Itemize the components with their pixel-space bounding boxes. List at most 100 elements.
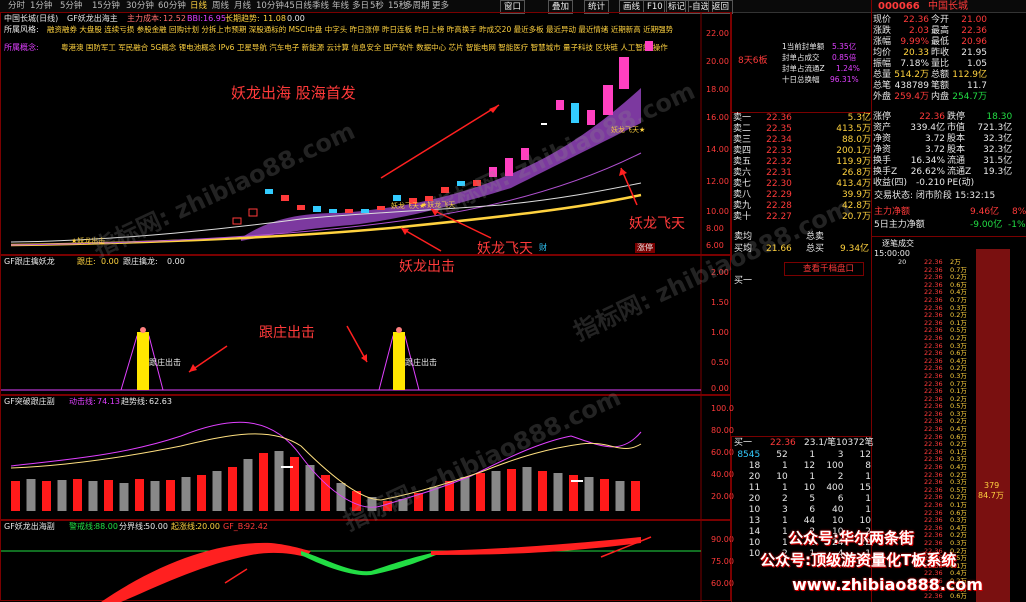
info-key: 涨跌 xyxy=(873,26,892,36)
info-row: 总笔 438789 笔额 11.7 xyxy=(872,81,988,92)
detail-value: 19.3亿 xyxy=(983,167,1013,177)
sell-price: 22.27 xyxy=(766,212,792,222)
detail-key: 股本 xyxy=(947,145,966,155)
queue-cell: 15 xyxy=(859,483,871,493)
tf-12[interactable]: 年线 xyxy=(332,0,349,12)
panel3-bar xyxy=(553,473,563,511)
tf-2[interactable]: 5分钟 xyxy=(60,0,82,12)
tick-row: 22.36 0.6万 xyxy=(872,593,972,601)
sell-row[interactable]: 卖一 22.36 5.3亿 xyxy=(732,113,872,124)
panel3-bar xyxy=(166,480,175,511)
sell-level: 卖五 xyxy=(733,157,752,167)
info-value: 259.4万 xyxy=(894,92,930,102)
tf-0[interactable]: 分时 xyxy=(8,0,25,12)
queue-cell: 10 xyxy=(748,505,761,515)
seal-boards: 8天6板 xyxy=(738,56,768,66)
detail-value: 339.4亿 xyxy=(910,123,946,133)
sell-row[interactable]: 卖五 22.32 119.9万 xyxy=(732,157,872,168)
tf-16[interactable]: 多周期 xyxy=(404,0,430,12)
view-depth-label: 查看千档盘口 xyxy=(803,264,855,274)
detail-key: 净资 xyxy=(873,134,892,144)
panel3-bar xyxy=(197,475,206,511)
tf-3[interactable]: 15分钟 xyxy=(92,0,120,12)
sell-level: 卖六 xyxy=(733,168,752,178)
queue-cell: 2 xyxy=(781,494,788,504)
tf-6[interactable]: 日线 xyxy=(190,0,207,12)
sell-row[interactable]: 卖八 22.29 39.9万 xyxy=(732,190,872,201)
queue-avg: 23.1/笔 xyxy=(804,438,837,448)
queue-cell: 6 xyxy=(809,505,816,515)
total-sell-label: 总卖 xyxy=(806,232,825,242)
tf-9[interactable]: 10分钟 xyxy=(256,0,284,12)
tick-price: 22.36 xyxy=(924,592,943,601)
sell-row[interactable]: 卖十 22.27 20.7万 xyxy=(732,212,872,223)
info-key: 笔额 xyxy=(931,81,950,91)
queue-cell: 6 xyxy=(837,494,844,504)
queue-row: 10 3 6 40 1 xyxy=(732,505,872,516)
tick-title[interactable]: 逐笔成交 xyxy=(882,239,914,249)
panel3-bar xyxy=(42,481,51,511)
info-key: 总笔 xyxy=(873,81,892,91)
info-key: 均价 xyxy=(873,48,892,58)
panel3-bar xyxy=(11,481,20,511)
info-key: 振幅 xyxy=(873,59,892,69)
tf-1[interactable]: 1分钟 xyxy=(30,0,52,12)
queue-row: 11 1 10 400 15 xyxy=(732,483,872,494)
queue-cell: 20 xyxy=(748,472,761,482)
queue-cell: 1 xyxy=(865,472,871,482)
tf-11[interactable]: 季线 xyxy=(312,0,329,12)
queue-cell: 2 xyxy=(837,472,844,482)
sell-row[interactable]: 卖二 22.35 413.5万 xyxy=(732,124,872,135)
tf-17[interactable]: 更多 xyxy=(432,0,449,12)
panel3-bar xyxy=(135,479,144,511)
detail-panel: 涨停 22.36 跌停 18.30 资产 339.4亿 市值 721.3亿 净资 3.72 股本 32… xyxy=(871,112,1026,248)
tf-10[interactable]: 45日线 xyxy=(284,0,312,12)
tf-13[interactable]: 多日 xyxy=(352,0,369,12)
sell-level: 卖一 xyxy=(733,113,752,123)
main-axis-1: 20.00 xyxy=(706,57,729,66)
tf-8[interactable]: 月线 xyxy=(234,0,251,12)
queue-cell: 3 xyxy=(781,505,788,515)
detail-value: 3.72 xyxy=(924,145,946,155)
panel3-axis-0: 100.0 xyxy=(711,404,734,413)
panel3-bar xyxy=(181,477,191,511)
panel3-bar xyxy=(150,481,160,511)
sell-price: 22.31 xyxy=(766,168,792,178)
sell-level: 卖三 xyxy=(733,135,752,145)
panel3-bar xyxy=(26,479,36,511)
queue-cell: 8 xyxy=(865,461,871,471)
detail-value: -0.210 xyxy=(916,178,946,188)
tf-7[interactable]: 周线 xyxy=(212,0,229,12)
queue-cell: 5 xyxy=(809,494,816,504)
info-key: 总额 xyxy=(931,70,950,80)
detail-value: 26.62% xyxy=(910,167,946,177)
sell-row[interactable]: 卖三 22.34 88.0万 xyxy=(732,135,872,146)
info-row: 涨跌 2.03 最高 22.36 xyxy=(872,26,988,37)
info-key: 涨幅 xyxy=(873,37,892,47)
sell-row[interactable]: 卖四 22.33 200.1万 xyxy=(732,146,872,157)
queue-cell: 44 xyxy=(803,516,816,526)
sell-level: 卖九 xyxy=(733,201,752,211)
sell-volume: 20.7万 xyxy=(841,212,871,222)
sell-row[interactable]: 卖六 22.31 26.8万 xyxy=(732,168,872,179)
panel3-bar xyxy=(228,467,237,511)
info-value: 438789 xyxy=(894,81,930,91)
sell-row[interactable]: 卖七 22.30 413.4万 xyxy=(732,179,872,190)
detail-key: 换手Z xyxy=(873,167,898,177)
detail-key: 股本 xyxy=(947,134,966,144)
detail-row: 净资 3.72 股本 32.3亿 xyxy=(872,145,1013,156)
queue-cell: 10 xyxy=(748,549,761,559)
sell-row[interactable]: 卖九 22.28 42.8万 xyxy=(732,201,872,212)
detail-key: 流通 xyxy=(947,156,966,166)
info-key: 总量 xyxy=(873,70,892,80)
panel3-bar xyxy=(88,481,98,511)
view-depth-button[interactable]: 查看千档盘口 xyxy=(784,262,864,276)
sell-price: 22.33 xyxy=(766,146,792,156)
panel3-bar xyxy=(522,467,532,511)
tf-4[interactable]: 30分钟 xyxy=(126,0,154,12)
info-value: 20.33 xyxy=(903,48,930,58)
tf-14[interactable]: 5秒 xyxy=(370,0,384,12)
panel3-bar xyxy=(274,451,284,511)
annotation-main-4: 妖龙飞天 xyxy=(629,216,685,232)
tf-5[interactable]: 60分钟 xyxy=(158,0,186,12)
